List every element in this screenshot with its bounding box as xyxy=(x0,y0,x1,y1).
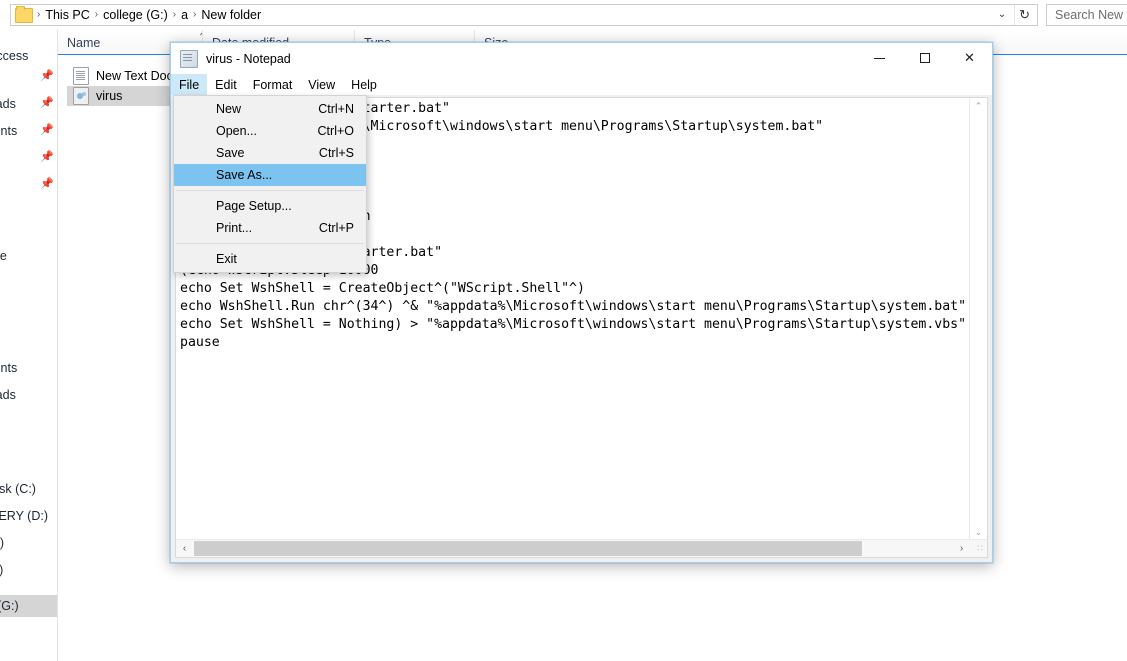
pin-icon: 📌 xyxy=(40,70,54,82)
resize-grip-icon[interactable]: ∷ xyxy=(974,542,986,554)
sidebar-item-label: Quick access xyxy=(0,49,29,63)
notepad-window: virus - Notepad ✕ File Edit Format View … xyxy=(170,42,993,563)
menu-separator xyxy=(176,243,364,244)
refresh-icon[interactable]: ↻ xyxy=(1014,5,1037,25)
sidebar-item[interactable]: Downloads 📌 xyxy=(0,93,57,115)
file-dropdown-menu: New Ctrl+N Open... Ctrl+O Save Ctrl+S Save As.… xyxy=(173,95,367,273)
vertical-scrollbar[interactable]: ⌃ ⌄ xyxy=(969,98,987,541)
sidebar-item[interactable]: RECOVERY (D:) xyxy=(0,505,57,527)
menu-item-label: Exit xyxy=(216,252,237,266)
horizontal-scroll-thumb[interactable] xyxy=(194,541,862,556)
menu-item-open[interactable]: Open... Ctrl+O xyxy=(174,120,366,142)
navigation-pane: Quick access Desktop📌 Downloads 📌 Documents 📌… xyxy=(0,30,58,661)
menu-item-save[interactable]: Save Ctrl+S xyxy=(174,142,366,164)
sidebar-item[interactable]: Downloads xyxy=(0,384,57,406)
sidebar-item-label: Downloads xyxy=(0,388,16,402)
sidebar-item[interactable]: Music📌 xyxy=(0,174,57,196)
menu-item-print[interactable]: Print... Ctrl+P xyxy=(174,217,366,239)
breadcrumb-this-pc[interactable]: This PC xyxy=(41,5,93,25)
notepad-icon xyxy=(180,49,198,68)
menu-item-save-as[interactable]: Save As... xyxy=(174,164,366,186)
sidebar-item-label: Downloads xyxy=(0,97,16,111)
menu-format[interactable]: Format xyxy=(245,74,301,95)
menu-item-label: Page Setup... xyxy=(216,199,292,213)
pin-icon: 📌 xyxy=(40,97,54,109)
window-title: virus - Notepad xyxy=(206,51,291,66)
menu-item-label: Open... xyxy=(216,124,257,138)
sidebar-item[interactable]: Pictures📌 xyxy=(0,147,57,169)
menu-item-shortcut: Ctrl+S xyxy=(318,146,354,160)
pin-icon: 📌 xyxy=(40,178,54,190)
search-placeholder: Search New f xyxy=(1055,8,1127,22)
column-label: Name xyxy=(67,36,101,50)
sidebar-item[interactable]: Desktop📌 xyxy=(0,66,57,88)
sidebar-item[interactable]: Data (F:) xyxy=(0,559,57,581)
sidebar-item-label: Documents xyxy=(0,124,18,138)
sidebar-item[interactable]: OneDrive xyxy=(0,245,57,267)
pin-icon: 📌 xyxy=(40,151,54,163)
breadcrumb-college-g[interactable]: college (G:) xyxy=(99,5,172,25)
sidebar-item-label: DVD (E:) xyxy=(0,536,4,550)
pin-icon: 📌 xyxy=(40,124,54,136)
chevron-down-icon[interactable]: ⌄ xyxy=(990,5,1014,25)
menu-item-exit[interactable]: Exit xyxy=(174,248,366,270)
menu-label: File xyxy=(179,77,200,92)
menu-item-shortcut: Ctrl+O xyxy=(317,124,354,138)
text-file-icon xyxy=(73,67,89,85)
menu-item-label: Save xyxy=(216,146,245,160)
menu-item-new[interactable]: New Ctrl+N xyxy=(174,98,366,120)
sidebar-item-label: Data (F:) xyxy=(0,559,3,581)
file-name: New Text Doc xyxy=(96,69,173,83)
menu-item-shortcut: Ctrl+N xyxy=(318,102,354,116)
menu-item-label: New xyxy=(216,102,242,116)
folder-icon xyxy=(15,5,33,23)
maximize-icon xyxy=(919,53,930,63)
sidebar-item[interactable]: Local Disk (C:) xyxy=(0,478,57,500)
sidebar-item-label: OneDrive xyxy=(0,249,7,263)
menu-label: Edit xyxy=(215,77,237,92)
address-bar[interactable]: › This PC › college (G:) › a › New folde… xyxy=(10,4,1038,26)
batch-file-icon xyxy=(73,87,89,105)
sidebar-item[interactable]: Quick access xyxy=(0,45,57,67)
scroll-left-icon[interactable]: ‹ xyxy=(176,540,193,556)
menu-item-label: Print... xyxy=(216,221,253,235)
menu-file[interactable]: File xyxy=(171,74,208,95)
menu-item-shortcut: Ctrl+P xyxy=(318,221,354,235)
menu-label: Help xyxy=(351,77,377,92)
sidebar-item[interactable]: Documents 📌 xyxy=(0,120,57,142)
sidebar-item-label: college (G:) xyxy=(0,599,19,613)
file-name: virus xyxy=(96,89,123,103)
sidebar-item-label: Local Disk (C:) xyxy=(0,482,36,496)
maximize-button[interactable] xyxy=(902,43,947,73)
menu-edit[interactable]: Edit xyxy=(207,74,245,95)
breadcrumb-a[interactable]: a xyxy=(177,5,192,25)
menu-item-page-setup[interactable]: Page Setup... xyxy=(174,195,366,217)
scroll-up-icon[interactable]: ⌃ xyxy=(970,98,987,115)
search-input[interactable]: Search New f xyxy=(1046,4,1127,26)
menu-view[interactable]: View xyxy=(300,74,343,95)
horizontal-scrollbar[interactable]: ‹ › ∷ xyxy=(176,539,987,557)
close-icon: ✕ xyxy=(964,50,975,65)
menu-label: Format xyxy=(252,77,293,92)
menu-label: View xyxy=(308,77,336,92)
sidebar-item[interactable]: Documents xyxy=(0,357,57,379)
sidebar-item[interactable]: DVD (E:) xyxy=(0,532,57,554)
menu-help[interactable]: Help xyxy=(343,74,385,95)
sidebar-item-label: Documents xyxy=(0,361,18,375)
menu-item-label: Save As... xyxy=(216,168,273,182)
notepad-menu-bar: File Edit Format View Help xyxy=(171,74,992,95)
sidebar-item[interactable]: college (G:) xyxy=(0,595,57,617)
close-button[interactable]: ✕ xyxy=(947,43,992,73)
breadcrumb-new-folder[interactable]: New folder xyxy=(197,5,265,25)
notepad-title-bar[interactable]: virus - Notepad ✕ xyxy=(171,43,992,74)
minimize-button[interactable] xyxy=(857,43,902,73)
sidebar-item-label: RECOVERY (D:) xyxy=(0,509,49,523)
menu-separator xyxy=(176,190,364,191)
scroll-right-icon[interactable]: › xyxy=(953,540,970,556)
minimize-icon xyxy=(874,57,885,59)
